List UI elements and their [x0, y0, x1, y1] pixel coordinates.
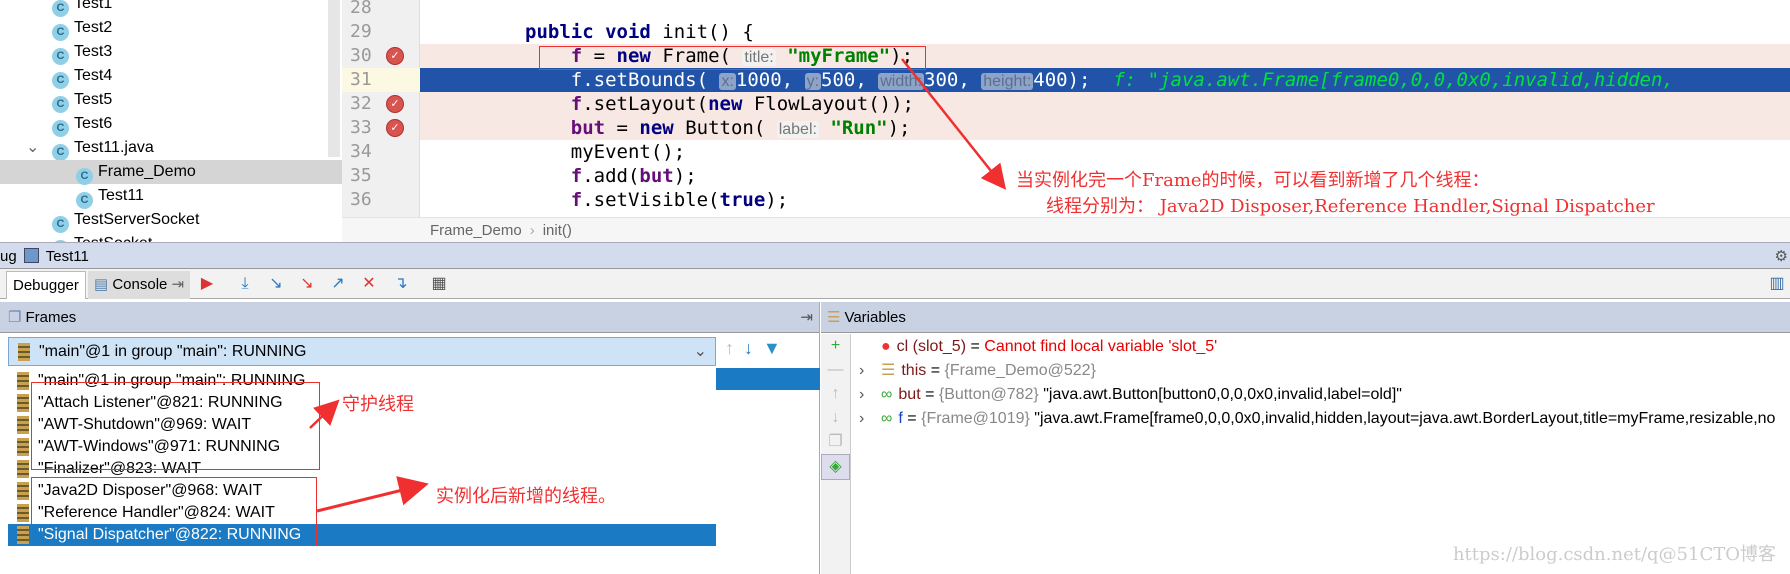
annotation-note-line1: 当实例化完一个Frame的时候，可以看到新增了几个线程：: [1016, 170, 1490, 191]
watermark: https://blog.csdn.net/q@51CTO博客: [1452, 544, 1776, 565]
annotation-arrow-3: [316, 476, 429, 513]
annotation-new-threads-label: 实例化后新增的线程。: [436, 486, 616, 507]
annotation-arrow-2: [309, 399, 340, 429]
annotation-note-line2: 线程分别为： Java2D Disposer,Reference Handler…: [1046, 196, 1655, 217]
annotation-arrow-1: [901, 58, 1007, 190]
annotation-daemon-label: 守护线程: [342, 394, 414, 415]
annotation-arrows: [309, 58, 1007, 513]
